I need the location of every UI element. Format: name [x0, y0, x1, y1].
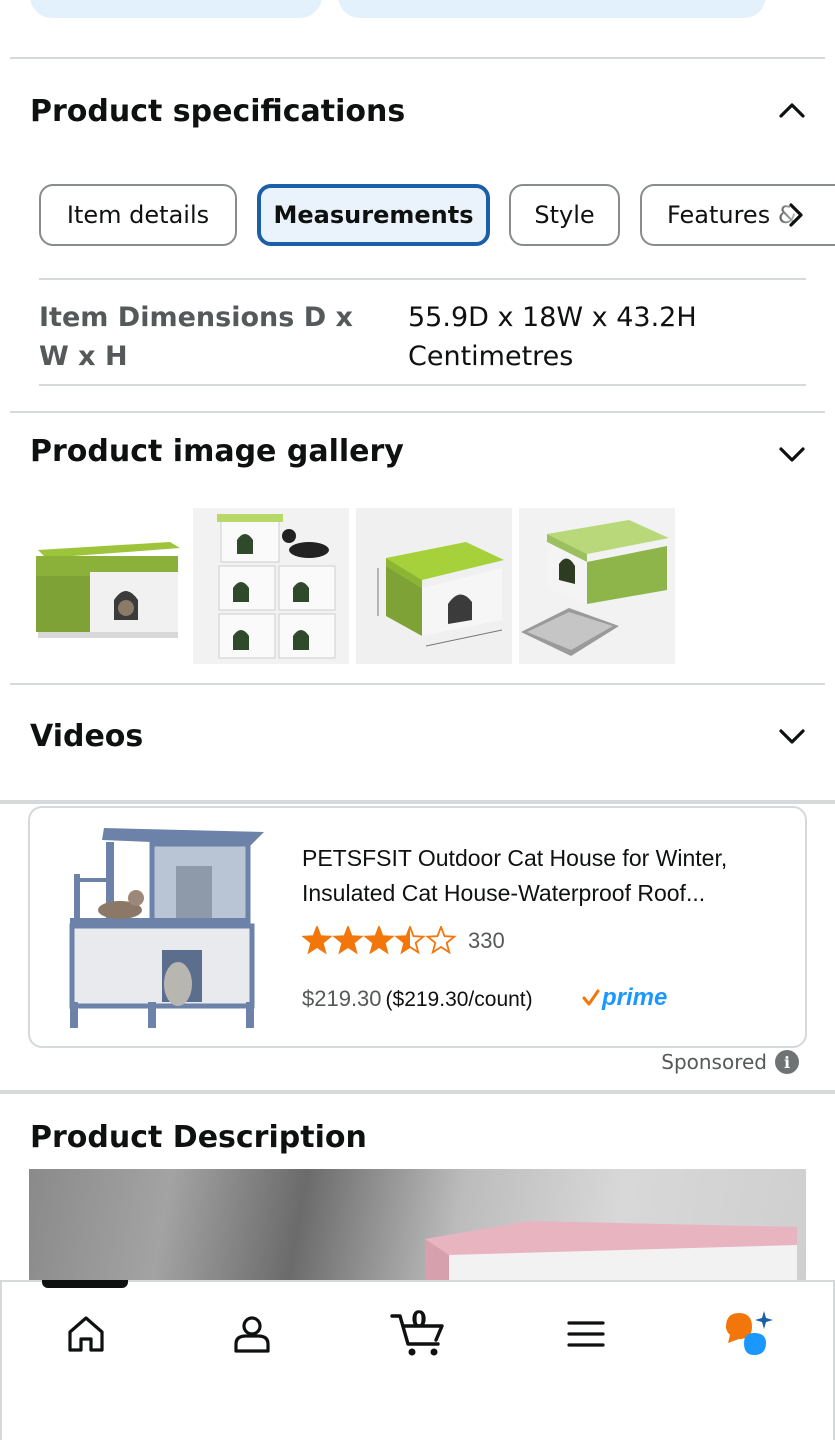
top-action-buttons — [0, 0, 835, 18]
chevron-up-icon[interactable] — [777, 96, 807, 126]
chevron-right-icon[interactable] — [787, 202, 805, 228]
divider — [10, 411, 825, 413]
action-button-right[interactable] — [338, 0, 766, 18]
product-description-image — [29, 1169, 806, 1281]
divider — [10, 683, 825, 685]
section-divider — [0, 800, 835, 804]
home-icon — [68, 1316, 104, 1352]
cat-house-product-image — [69, 828, 264, 1028]
star-5 — [425, 926, 457, 955]
nav-cart[interactable]: 0 — [378, 1304, 458, 1364]
ad-price-line: $219.30 ($219.30/count) — [302, 986, 533, 1012]
tab-item-details[interactable]: Item details — [39, 184, 237, 246]
prime-badge: prime — [582, 984, 667, 1012]
tab-measurements[interactable]: Measurements — [257, 184, 490, 246]
info-icon[interactable]: i — [775, 1050, 799, 1074]
gallery-title: Product image gallery — [30, 434, 404, 469]
sponsored-product-card[interactable]: PETSFSIT Outdoor Cat House for Winter, I… — [28, 806, 807, 1048]
chevron-down-icon[interactable] — [777, 439, 807, 469]
ad-price: $219.30 — [302, 986, 382, 1011]
spec-tabs: Item details Measurements Style Features… — [39, 184, 835, 246]
star-4 — [394, 926, 426, 955]
ad-rating[interactable]: 330 — [302, 926, 505, 956]
rufus-icon — [726, 1311, 773, 1355]
sponsored-label: Sponsored — [661, 1050, 767, 1074]
cat-house-green-thumbnail[interactable] — [30, 508, 186, 664]
stacked-cat-houses-thumbnail[interactable] — [193, 508, 349, 664]
bottom-navigation-bar: 0 — [0, 1280, 835, 1440]
specifications-title: Product specifications — [30, 94, 406, 129]
nav-rufus[interactable] — [710, 1304, 790, 1364]
prime-label: prime — [602, 984, 668, 1011]
menu-icon — [567, 1321, 605, 1347]
cat-house-dimensions-thumbnail[interactable] — [356, 508, 512, 664]
divider — [10, 57, 825, 59]
action-button-left[interactable] — [30, 0, 322, 18]
star-1 — [302, 926, 333, 955]
ad-unit-price: ($219.30/count) — [385, 988, 533, 1011]
description-title: Product Description — [30, 1120, 367, 1155]
ad-product-title[interactable]: PETSFSIT Outdoor Cat House for Winter, I… — [302, 841, 792, 911]
videos-title: Videos — [30, 719, 144, 754]
tab-scroll-fade — [765, 186, 835, 244]
nav-account[interactable] — [212, 1304, 292, 1364]
cart-count-badge: 0 — [411, 1308, 427, 1333]
section-divider — [0, 1090, 835, 1094]
star-2 — [332, 926, 364, 955]
spec-row: Item Dimensions D x W x H 55.9D x 18W x … — [39, 278, 806, 386]
prime-check-icon — [582, 989, 600, 1006]
sponsored-label-row[interactable]: Sponsored i — [661, 1050, 799, 1074]
nav-menu[interactable] — [546, 1304, 626, 1364]
nav-home[interactable] — [46, 1304, 126, 1364]
tab-style[interactable]: Style — [509, 184, 620, 246]
account-icon — [234, 1316, 270, 1353]
spec-label: Item Dimensions D x W x H — [39, 302, 353, 372]
rating-stars-icon — [302, 926, 457, 955]
active-tab-indicator — [42, 1280, 128, 1288]
chevron-down-icon[interactable] — [777, 721, 807, 751]
star-3 — [363, 926, 395, 955]
cat-house-with-mat-thumbnail[interactable] — [519, 508, 675, 664]
spec-value: 55.9D x 18W x 43.2H Centimetres — [408, 302, 697, 372]
review-count: 330 — [468, 928, 505, 953]
